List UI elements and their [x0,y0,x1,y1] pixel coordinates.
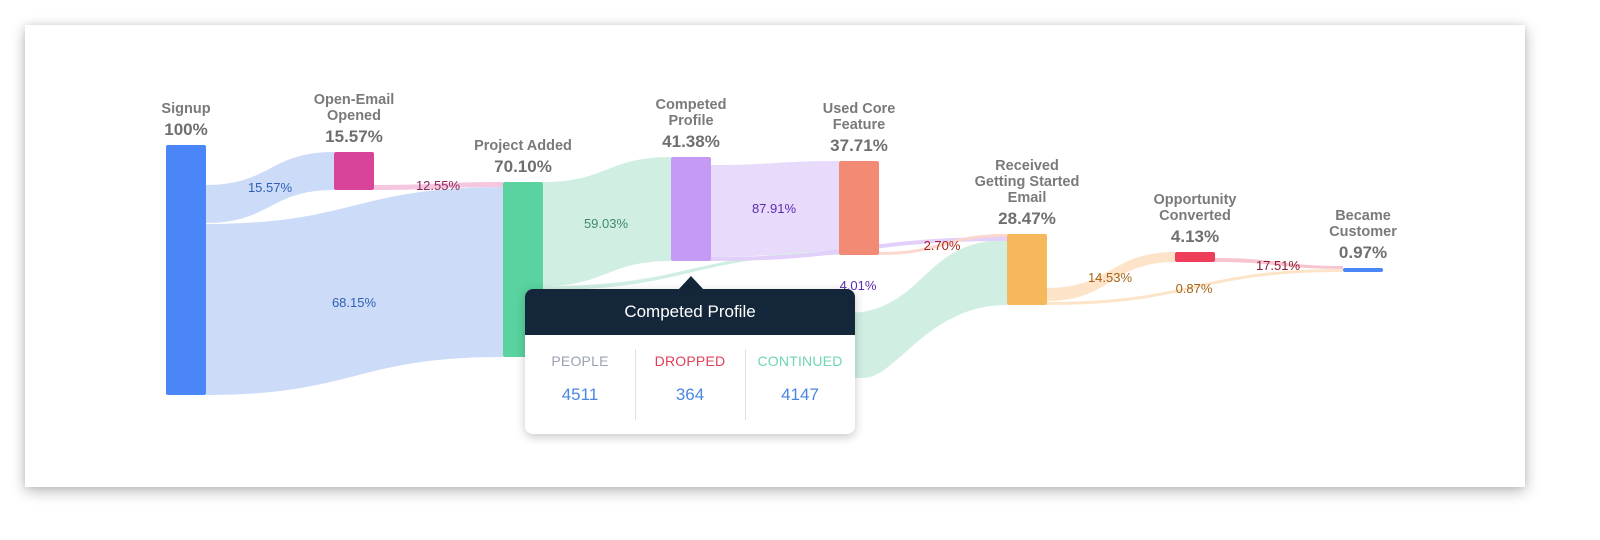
node-used-core-feature [839,161,879,255]
node-title-received-email: Getting Started [975,174,1080,190]
tooltip-stats: PEOPLE 4511 DROPPED 364 CONTINUED 4147 [525,335,855,434]
flow-label-received_email-to-opportunity_converted: 14.53% [1088,270,1133,285]
flow-signup-to-project_added [206,187,503,395]
node-value-project-added: 70.10% [494,157,552,176]
node-title-became-customer: Customer [1329,224,1397,240]
node-title-signup: Signup [161,101,210,117]
node-opportunity-converted [1175,252,1215,262]
flow-label-competed_profile-to-used_core_feature: 87.91% [752,201,797,216]
flow-label-project_added-to-competed_profile: 59.03% [584,216,629,231]
flow-label-used_core_feature-to-received_email: 2.70% [924,238,961,253]
stat-label-dropped: DROPPED [654,353,726,369]
flow-label-received_email-to-became_customer: 0.87% [1176,281,1213,296]
node-title-received-email: Received [995,158,1059,174]
stat-value-people: 4511 [561,385,599,404]
node-value-received-email: 28.47% [998,209,1056,228]
stat-label-people: PEOPLE [551,353,609,369]
node-title-open-email: Opened [327,108,381,124]
stat-value-dropped: 364 [675,385,705,404]
node-value-used-core-feature: 37.71% [830,136,888,155]
node-title-became-customer: Became [1335,208,1391,224]
node-title-competed-profile: Profile [668,113,713,129]
node-title-opportunity-converted: Opportunity [1154,192,1237,208]
node-received-email [1007,234,1047,305]
tooltip-title: Competed Profile [525,289,855,335]
stat-value-continued: 4147 [781,385,819,404]
tooltip-arrow [678,276,704,290]
node-competed-profile [671,157,711,261]
node-value-opportunity-converted: 4.13% [1171,227,1219,246]
node-value-signup: 100% [164,120,207,139]
sankey-chart: 15.57%68.15%12.55%59.03%87.91%4.01%2.70%… [161,92,1397,395]
node-title-open-email: Open-Email [314,92,395,108]
node-title-used-core-feature: Feature [833,117,885,133]
node-value-became-customer: 0.97% [1339,243,1387,262]
node-value-open-email: 15.57% [325,127,383,146]
flow-label-opportunity_converted-to-became_customer: 17.51% [1256,258,1301,273]
tooltip-stat-people: PEOPLE 4511 [525,335,635,434]
node-title-opportunity-converted: Converted [1159,208,1231,224]
node-signup [166,145,206,395]
node-became-customer [1343,268,1383,272]
tooltip: Competed Profile PEOPLE 4511 DROPPED 364… [525,289,855,434]
node-open-email [334,152,374,190]
stat-label-continued: CONTINUED [757,353,843,369]
node-value-competed-profile: 41.38% [662,132,720,151]
flow-label-signup-to-project_added: 68.15% [332,295,377,310]
flow-label-signup-to-open_email: 15.57% [248,180,293,195]
node-title-competed-profile: Competed [656,97,727,113]
node-title-used-core-feature: Used Core [823,101,896,117]
node-title-project-added: Project Added [474,138,572,154]
tooltip-stat-continued: CONTINUED 4147 [745,335,855,434]
flow-label-open_email-to-project_added: 12.55% [416,178,461,193]
tooltip-stat-dropped: DROPPED 364 [635,335,745,434]
node-title-received-email: Email [1008,190,1047,206]
